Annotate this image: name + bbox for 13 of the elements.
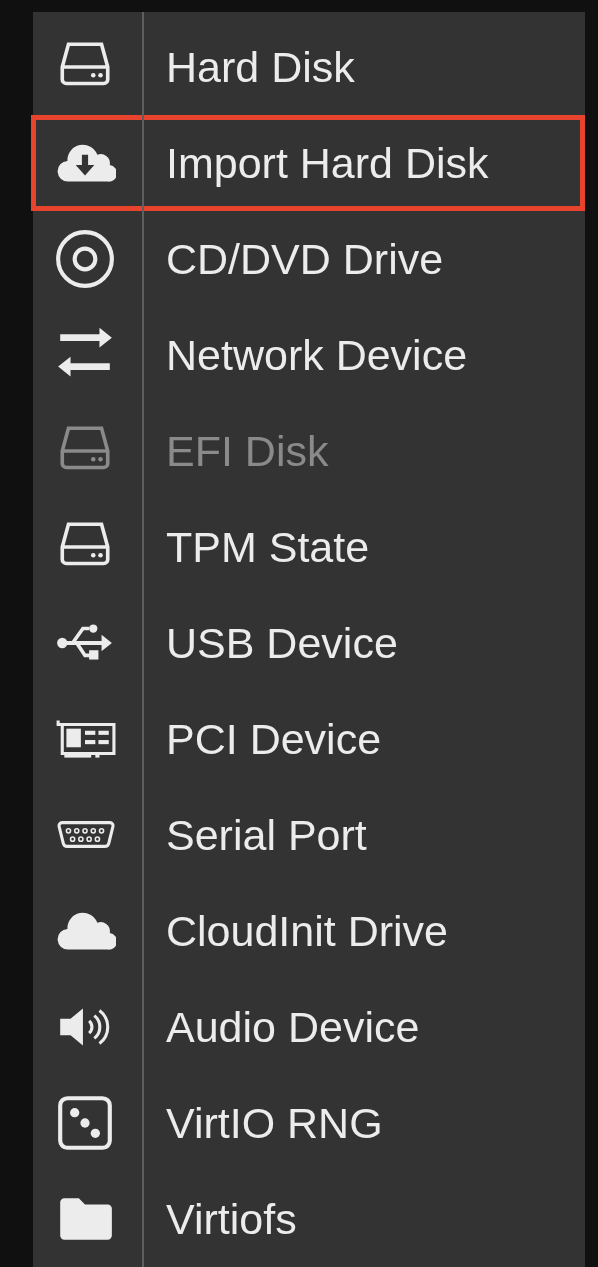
menu-item[interactable]: CloudInit Drive [31,883,585,979]
disc-icon [54,228,116,290]
menu-item[interactable]: PCI Device [31,691,585,787]
menu-item[interactable]: CD/DVD Drive [31,211,585,307]
menu-item[interactable]: Virtiofs [31,1171,585,1267]
menu-item[interactable]: Network Device [31,307,585,403]
menu-item[interactable]: USB Device [31,595,585,691]
menu-item[interactable]: VirtIO RNG [31,1075,585,1171]
menu-item[interactable]: Serial Port [31,787,585,883]
menu-item[interactable]: Hard Disk [31,19,585,115]
menu-item[interactable]: Audio Device [31,979,585,1075]
menu-item[interactable]: TPM State [31,499,585,595]
menu-item[interactable]: Import Hard Disk [31,115,585,211]
